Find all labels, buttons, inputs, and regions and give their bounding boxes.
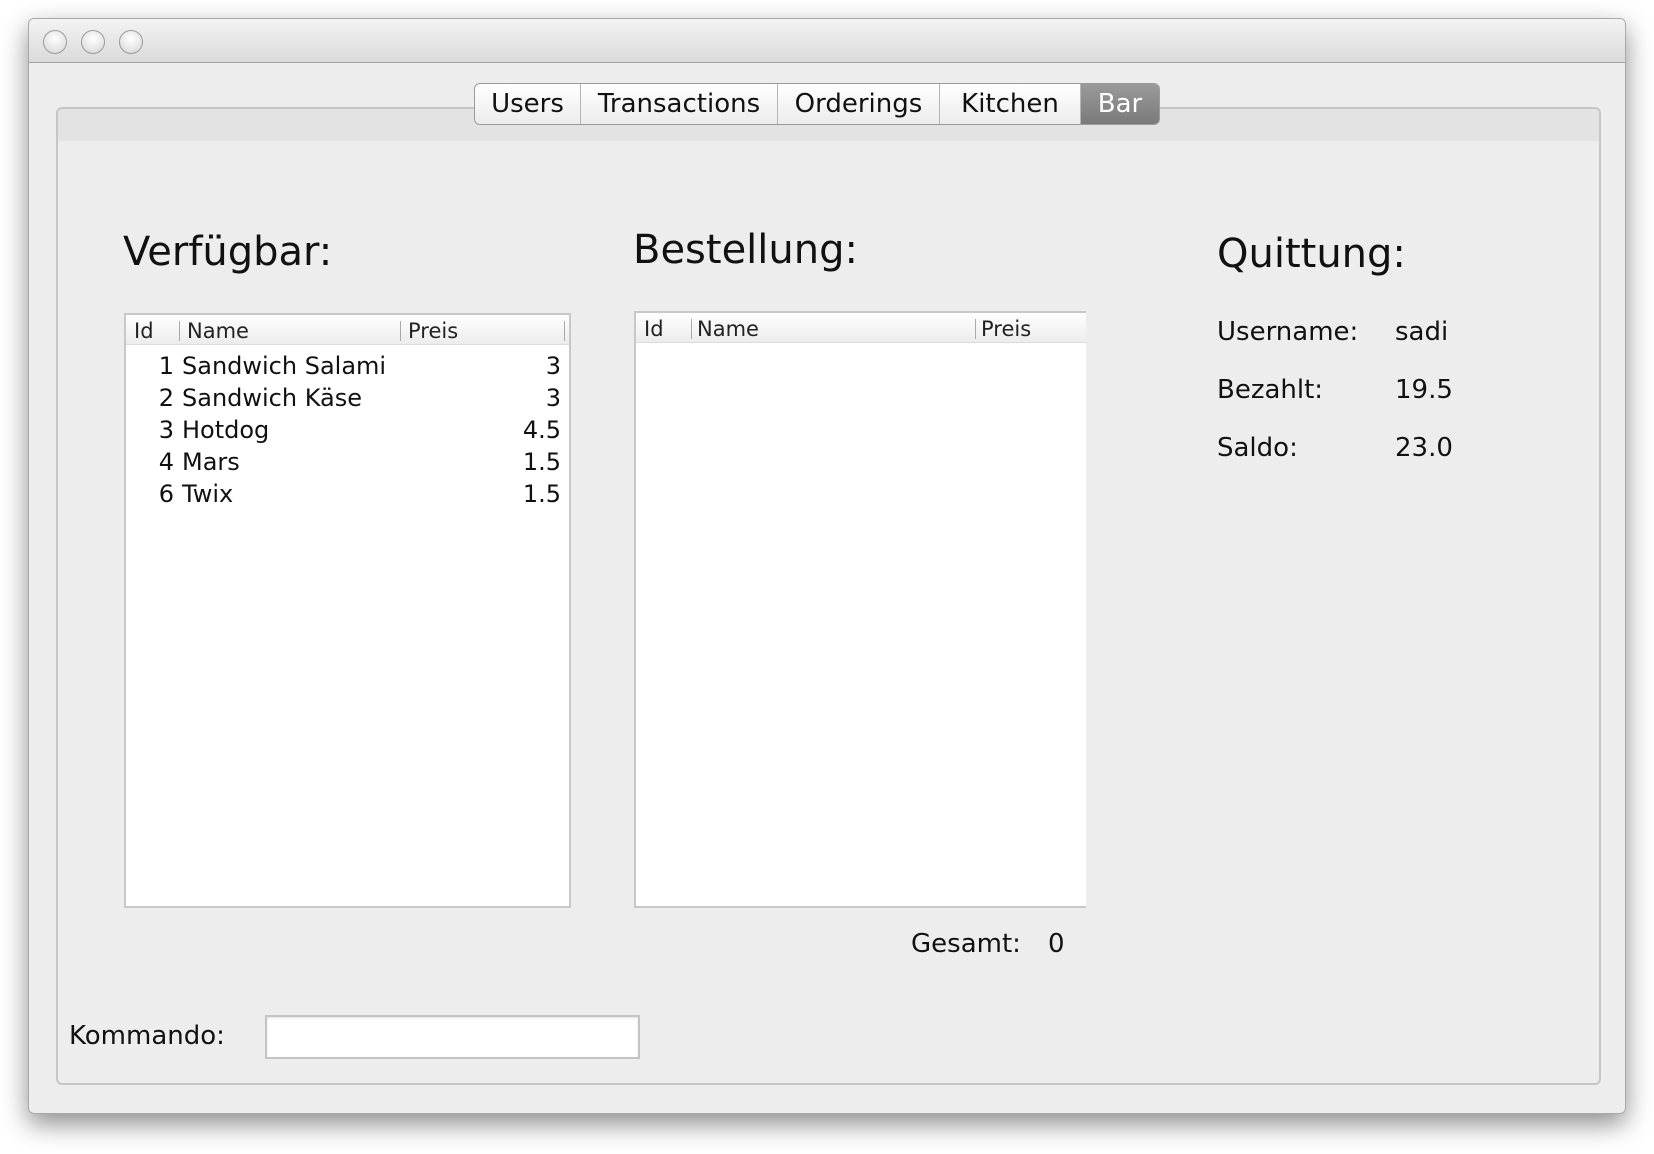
total-label: Gesamt:	[911, 929, 1021, 959]
cell-price: 3	[545, 352, 561, 380]
cell-price: 4.5	[522, 416, 561, 444]
cell-id: 6	[158, 480, 174, 508]
tab-bar: Users Transactions Orderings Kitchen Bar	[474, 83, 1160, 125]
column-header-id[interactable]: Id	[134, 319, 154, 343]
command-label: Kommando:	[69, 1021, 225, 1051]
tab-orderings[interactable]: Orderings	[778, 84, 940, 124]
cell-id: 2	[158, 384, 174, 412]
total-value: 0	[1048, 929, 1065, 959]
close-window-button[interactable]	[43, 30, 67, 54]
column-separator	[691, 319, 692, 339]
balance-value: 23.0	[1395, 433, 1453, 463]
order-table[interactable]: Id Name Preis	[634, 311, 1086, 908]
cell-id: 3	[158, 416, 174, 444]
zoom-window-button[interactable]	[119, 30, 143, 54]
tab-transactions[interactable]: Transactions	[581, 84, 778, 124]
tab-kitchen[interactable]: Kitchen	[940, 84, 1081, 124]
cell-price: 1.5	[522, 448, 561, 476]
table-row[interactable]: 1 Sandwich Salami 3	[126, 352, 569, 382]
table-row[interactable]: 4 Mars 1.5	[126, 448, 569, 478]
cell-id: 4	[158, 448, 174, 476]
order-title: Bestellung:	[633, 227, 858, 273]
available-table-header: Id Name Preis	[126, 315, 569, 345]
column-separator	[564, 321, 565, 341]
command-input[interactable]	[265, 1015, 640, 1059]
tab-users[interactable]: Users	[475, 84, 581, 124]
column-header-name[interactable]: Name	[187, 319, 249, 343]
tab-bar-active[interactable]: Bar	[1081, 84, 1159, 124]
cell-name: Sandwich Käse	[182, 384, 363, 412]
username-value: sadi	[1395, 317, 1449, 347]
receipt-title: Quittung:	[1217, 231, 1406, 277]
available-table[interactable]: Id Name Preis 1 Sandwich Salami 3 2 Sandwich…	[124, 313, 571, 908]
table-row[interactable]: 2 Sandwich Käse 3	[126, 384, 569, 414]
app-window: Users Transactions Orderings Kitchen Bar…	[28, 18, 1626, 1114]
column-separator	[179, 321, 180, 341]
cell-name: Sandwich Salami	[182, 352, 387, 380]
paid-label: Bezahlt:	[1217, 375, 1324, 405]
column-header-id[interactable]: Id	[644, 317, 664, 341]
column-header-preis[interactable]: Preis	[408, 319, 458, 343]
column-header-preis[interactable]: Preis	[981, 317, 1031, 341]
column-separator	[400, 321, 401, 341]
username-label: Username:	[1217, 317, 1359, 347]
balance-label: Saldo:	[1217, 433, 1298, 463]
paid-value: 19.5	[1395, 375, 1453, 405]
cell-price: 1.5	[522, 480, 561, 508]
cell-id: 1	[158, 352, 174, 380]
table-row[interactable]: 6 Twix 1.5	[126, 480, 569, 510]
minimize-window-button[interactable]	[81, 30, 105, 54]
cell-price: 3	[545, 384, 561, 412]
cell-name: Mars	[182, 448, 240, 476]
table-row[interactable]: 3 Hotdog 4.5	[126, 416, 569, 446]
cell-name: Hotdog	[182, 416, 270, 444]
title-bar	[29, 19, 1625, 63]
order-table-header: Id Name Preis	[636, 313, 1086, 343]
column-separator	[975, 319, 976, 339]
column-header-name[interactable]: Name	[697, 317, 759, 341]
cell-name: Twix	[182, 480, 234, 508]
available-title: Verfügbar:	[123, 229, 333, 275]
